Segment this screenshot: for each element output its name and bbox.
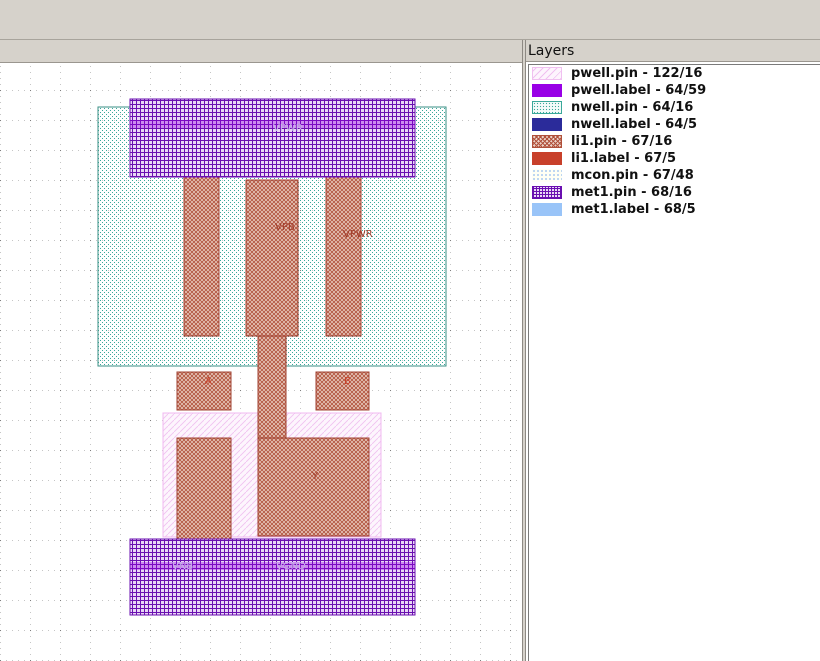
layout-view[interactable]: VPWR VPB VPWR A B Y VNB VGND (0, 63, 522, 661)
label-b: B (344, 376, 351, 387)
layout-canvas[interactable]: VPWR VPB VPWR A B Y VNB VGND (0, 63, 522, 661)
li1-left-finger[interactable] (183, 152, 220, 337)
pwell-label-swatch-icon (532, 84, 562, 97)
layers-panel: Layers pwell.pin - 122/16 pwell.label - 6… (526, 40, 820, 661)
li1-right-finger[interactable] (325, 152, 362, 337)
layer-label: li1.label - 67/5 (571, 151, 677, 166)
label-vpwr-top: VPWR (273, 123, 303, 134)
met1-label-swatch-icon (532, 203, 562, 216)
li1-input-b[interactable] (315, 371, 370, 411)
met1-pin-swatch-icon (532, 186, 562, 199)
layer-label: met1.pin - 68/16 (571, 185, 692, 200)
li1-pin-swatch-icon (532, 135, 562, 148)
layer-row[interactable]: li1.pin - 67/16 (529, 133, 820, 150)
layer-row[interactable]: mcon.pin - 67/48 (529, 167, 820, 184)
mcon-pin-swatch-icon (532, 169, 562, 182)
layer-row[interactable]: li1.label - 67/5 (529, 150, 820, 167)
li1-output-y[interactable] (257, 437, 370, 537)
pwell-pin-swatch-icon (532, 67, 562, 80)
layer-label: pwell.pin - 122/16 (571, 66, 703, 81)
nwell-label-swatch-icon (532, 118, 562, 131)
layer-row[interactable]: nwell.label - 64/5 (529, 116, 820, 133)
met1-vgnd-rail[interactable] (129, 538, 416, 616)
layer-label: nwell.pin - 64/16 (571, 100, 694, 115)
layer-label: li1.pin - 67/16 (571, 134, 673, 149)
layer-label: pwell.label - 64/59 (571, 83, 707, 98)
li1-lower-left[interactable] (176, 437, 232, 549)
label-a: A (205, 376, 212, 387)
li1-input-a[interactable] (176, 371, 232, 411)
layer-row[interactable]: nwell.pin - 64/16 (529, 99, 820, 116)
met1-vpwr-rail[interactable] (129, 98, 416, 178)
li1-vertical-strap[interactable] (257, 335, 287, 439)
canvas-header (0, 40, 522, 63)
label-vpb: VPB (275, 222, 295, 233)
layer-row[interactable]: met1.label - 68/5 (529, 201, 820, 218)
layer-label: mcon.pin - 67/48 (571, 168, 694, 183)
layer-row[interactable]: pwell.label - 64/59 (529, 82, 820, 99)
nwell-pin-swatch-icon (532, 101, 562, 114)
main-toolbar (0, 0, 820, 40)
label-vgnd: VGND (276, 561, 306, 572)
label-vpwr-right: VPWR (343, 229, 373, 240)
layer-label: nwell.label - 64/5 (571, 117, 698, 132)
li1-center-finger[interactable] (245, 179, 299, 337)
layer-list[interactable]: pwell.pin - 122/16 pwell.label - 64/59 nwe… (528, 64, 820, 661)
label-y: Y (311, 471, 319, 482)
layer-row[interactable]: met1.pin - 68/16 (529, 184, 820, 201)
label-vnb: VNB (172, 561, 193, 572)
layers-panel-title: Layers (526, 40, 820, 62)
li1-label-swatch-icon (532, 152, 562, 165)
layer-row[interactable]: pwell.pin - 122/16 (529, 65, 820, 82)
layer-label: met1.label - 68/5 (571, 202, 696, 217)
